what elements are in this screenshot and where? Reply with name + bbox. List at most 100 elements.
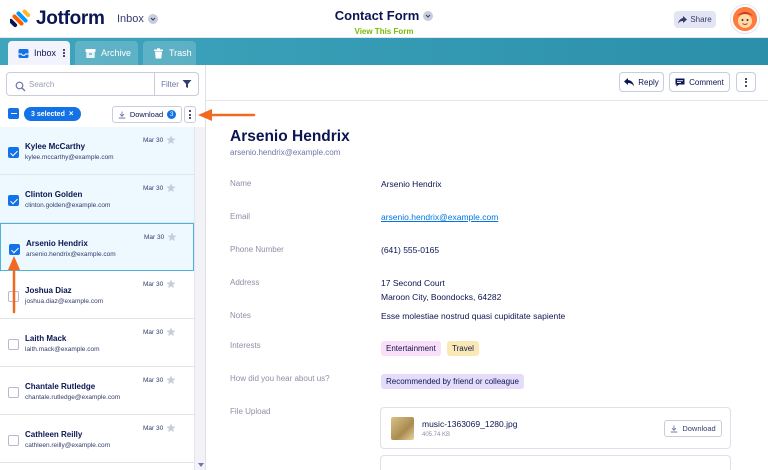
field-value-email-link[interactable]: arsenio.hendrix@example.com xyxy=(381,212,498,222)
field-value-phone: (641) 555-0165 xyxy=(381,245,440,255)
row-checkbox[interactable] xyxy=(8,195,19,206)
list-scrollbar[interactable] xyxy=(194,127,205,470)
tab-archive-label: Archive xyxy=(101,48,132,58)
row-checkbox[interactable] xyxy=(8,387,19,398)
file-name[interactable]: music-1363069_1280.jpg xyxy=(422,419,517,429)
selected-count-chip[interactable]: 3 selected × xyxy=(24,107,81,121)
detail-toolbar: Reply Comment xyxy=(206,65,768,101)
more-options-button[interactable] xyxy=(736,72,756,92)
share-icon xyxy=(678,15,688,24)
download-icon xyxy=(671,425,678,432)
annotation-arrow-up-icon xyxy=(8,256,20,314)
submission-row[interactable]: Chantale Rutledge chantale.rutledge@examp… xyxy=(0,367,194,415)
reply-label: Reply xyxy=(638,77,659,87)
filter-button[interactable]: Filter xyxy=(154,73,198,95)
search-input[interactable] xyxy=(29,76,149,92)
selected-count-label: 3 selected xyxy=(31,110,65,118)
scroll-down-icon[interactable] xyxy=(195,461,206,469)
field-label-file-upload: File Upload xyxy=(230,407,271,416)
star-icon[interactable] xyxy=(167,232,177,242)
submission-row[interactable]: Kylee McCarthy kylee.mccarthy@example.com… xyxy=(0,127,194,175)
submission-email: clinton.golden@example.com xyxy=(25,202,111,209)
submission-date: Mar 30 xyxy=(143,377,164,384)
row-checkbox[interactable] xyxy=(8,147,19,158)
submission-email: chantale.rutledge@example.com xyxy=(25,394,121,401)
submission-name: Cathleen Reilly xyxy=(25,430,83,439)
search-icon xyxy=(15,79,26,92)
form-title-text: Contact Form xyxy=(334,8,420,23)
chevron-down-icon xyxy=(423,10,434,21)
file-download-label: Download xyxy=(682,424,716,433)
comment-label: Comment xyxy=(689,77,724,87)
submission-date: Mar 30 xyxy=(144,234,165,241)
field-value-address-line2: Maroon City, Boondocks, 64282 xyxy=(381,292,502,302)
field-label-notes: Notes xyxy=(230,311,251,320)
submission-name: Kylee McCarthy xyxy=(25,142,86,151)
bulk-action-bar: 3 selected × Download 3 xyxy=(0,102,205,126)
trash-icon xyxy=(153,47,164,59)
submission-email: kylee.mccarthy@example.com xyxy=(25,154,114,161)
star-icon[interactable] xyxy=(166,183,176,193)
star-icon[interactable] xyxy=(166,423,176,433)
star-icon[interactable] xyxy=(166,375,176,385)
inbox-icon xyxy=(18,48,29,59)
form-title[interactable]: Contact Form xyxy=(335,8,434,23)
submission-detail-panel: Reply Comment Arsenio Hendrix arsenio.he… xyxy=(206,65,768,470)
user-avatar[interactable] xyxy=(731,5,759,33)
submission-email: cathleen.reilly@example.com xyxy=(25,442,110,449)
submission-email: arsenio.hendrix@example.com xyxy=(26,251,116,258)
tab-inbox[interactable]: Inbox xyxy=(8,41,70,65)
bulk-download-label: Download xyxy=(129,110,164,119)
submission-list-panel: Filter 3 selected × Download 3 Kylee McC… xyxy=(0,65,206,470)
submission-name: Laith Mack xyxy=(25,334,67,343)
avatar-face-icon xyxy=(733,7,757,31)
next-file-card xyxy=(380,455,731,470)
field-label-referral: How did you hear about us? xyxy=(230,374,330,383)
submission-date: Mar 30 xyxy=(143,281,164,288)
filter-icon xyxy=(182,80,192,88)
submission-date: Mar 30 xyxy=(143,137,164,144)
star-icon[interactable] xyxy=(166,279,176,289)
submission-name: Clinton Golden xyxy=(25,190,83,199)
archive-icon xyxy=(85,48,96,59)
star-icon[interactable] xyxy=(166,135,176,145)
submitter-email: arsenio.hendrix@example.com xyxy=(230,148,341,157)
download-count-badge: 3 xyxy=(167,110,177,119)
submission-name: Chantale Rutledge xyxy=(25,382,96,391)
submission-name: Joshua Diaz xyxy=(25,286,72,295)
field-value-name: Arsenio Hendrix xyxy=(381,179,442,189)
share-button[interactable]: Share xyxy=(674,11,716,28)
field-label-email: Email xyxy=(230,212,251,221)
select-all-checkbox[interactable] xyxy=(8,108,19,119)
submission-row[interactable]: Cathleen Reilly cathleen.reilly@example.c… xyxy=(0,415,194,463)
submission-date: Mar 30 xyxy=(143,425,164,432)
tab-trash[interactable]: Trash xyxy=(143,41,196,65)
uploaded-file-card: music-1363069_1280.jpg 405.74 KB Downloa… xyxy=(380,407,731,449)
file-size: 405.74 KB xyxy=(422,432,451,438)
comment-icon xyxy=(675,78,685,86)
tab-more-icon[interactable] xyxy=(63,49,66,57)
bulk-download-button[interactable]: Download 3 xyxy=(112,106,182,123)
tab-archive[interactable]: Archive xyxy=(75,41,138,65)
search-box: Filter xyxy=(6,72,199,96)
close-icon[interactable]: × xyxy=(69,110,74,118)
bulk-more-options-button[interactable] xyxy=(184,106,196,123)
interest-tag: Travel xyxy=(447,341,479,356)
row-checkbox[interactable] xyxy=(8,339,19,350)
submission-row[interactable]: Laith Mack laith.mack@example.com Mar 30 xyxy=(0,319,194,367)
submission-row[interactable]: Joshua Diaz joshua.diaz@example.com Mar 30 xyxy=(0,271,194,319)
annotation-arrow-left-icon xyxy=(198,109,256,121)
comment-button[interactable]: Comment xyxy=(669,72,730,92)
field-label-interests: Interests xyxy=(230,341,261,350)
submission-email: laith.mack@example.com xyxy=(25,346,100,353)
row-checkbox[interactable] xyxy=(8,435,19,446)
submission-row[interactable]: Arsenio Hendrix arsenio.hendrix@example.c… xyxy=(0,223,194,271)
view-form-link[interactable]: View This Form xyxy=(0,27,768,36)
reply-button[interactable]: Reply xyxy=(619,72,664,92)
submission-list: Kylee McCarthy kylee.mccarthy@example.com… xyxy=(0,127,194,470)
file-thumbnail[interactable] xyxy=(391,417,414,440)
file-download-button[interactable]: Download xyxy=(664,420,722,437)
submission-row[interactable]: Clinton Golden clinton.golden@example.com… xyxy=(0,175,194,223)
star-icon[interactable] xyxy=(166,327,176,337)
tab-trash-label: Trash xyxy=(169,48,192,58)
